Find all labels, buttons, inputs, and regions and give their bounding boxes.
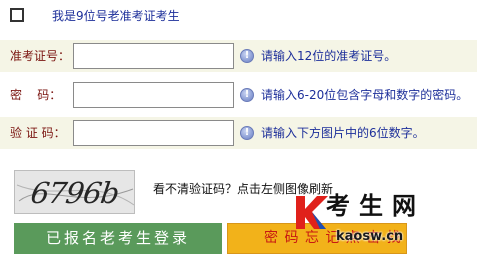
password-input[interactable]	[73, 82, 234, 108]
info-icon: !	[240, 49, 254, 63]
watermark-url: kaosw.cn	[336, 229, 404, 244]
password-label: 密 码：	[10, 88, 62, 102]
old-candidate-label[interactable]: 我是9位号老准考证考生	[52, 9, 180, 23]
exam-number-input[interactable]	[73, 43, 234, 69]
info-icon: !	[240, 88, 254, 102]
exam-number-hint: 请输入12位的准考证号。	[261, 49, 397, 63]
captcha-code: 6796b	[28, 176, 121, 210]
watermark-brand: 考生网	[326, 192, 425, 220]
captcha-image[interactable]: 6796b	[14, 170, 135, 214]
verification-code-input[interactable]	[73, 120, 234, 146]
login-button[interactable]: 已报名老考生登录	[14, 223, 222, 254]
old-candidate-checkbox[interactable]	[10, 8, 24, 22]
info-icon: !	[240, 126, 254, 140]
exam-number-label: 准考证号：	[10, 49, 71, 63]
password-hint: 请输入6-20位包含字母和数字的密码。	[261, 88, 469, 102]
form-row-exam-number	[0, 40, 477, 72]
verification-code-label: 验 证 码：	[10, 126, 66, 140]
verification-code-hint: 请输入下方图片中的6位数字。	[261, 126, 425, 140]
